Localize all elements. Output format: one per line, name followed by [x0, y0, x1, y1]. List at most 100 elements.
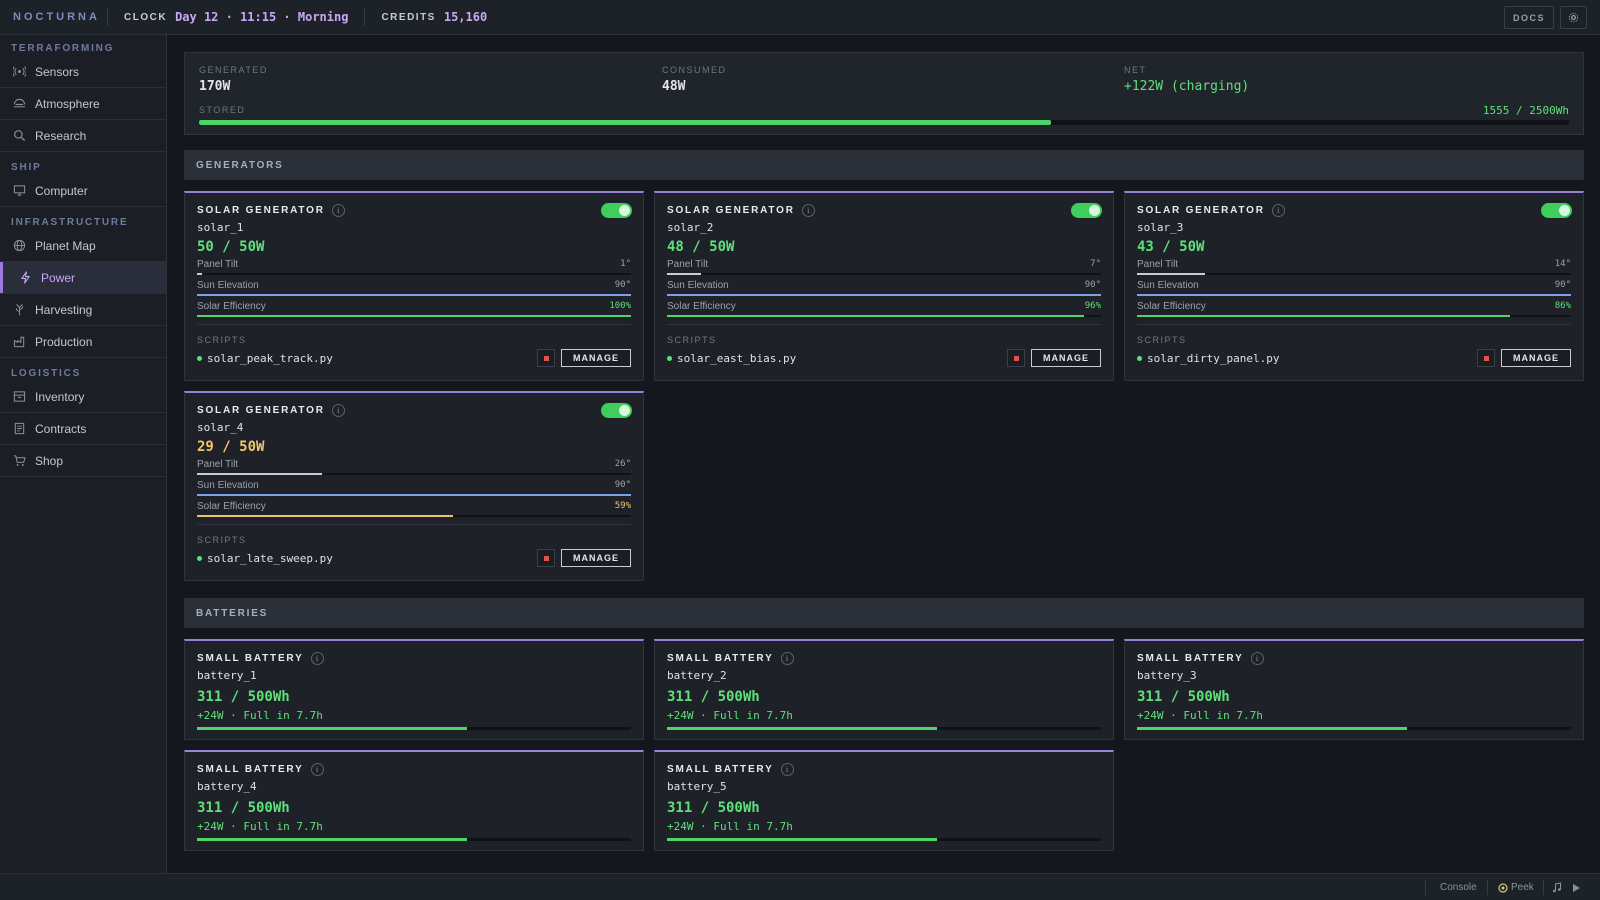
battery-charge-bar	[197, 727, 631, 730]
script-row: solar_dirty_panel.py MANAGE	[1137, 349, 1571, 367]
script-name: solar_late_sweep.py	[207, 551, 333, 565]
settings-button[interactable]	[1560, 6, 1587, 29]
sidebar-item-sensors[interactable]: Sensors	[0, 56, 166, 88]
status-dot	[197, 555, 202, 561]
manage-button[interactable]: MANAGE	[1501, 349, 1571, 367]
metric-label: Panel Tilt	[197, 259, 239, 270]
music-button[interactable]	[1552, 874, 1562, 900]
solar-efficiency-metric: Solar Efficiency 100%	[197, 297, 631, 318]
scripts-label: SCRIPTS	[667, 335, 717, 345]
sidebar-item-computer[interactable]: Computer	[0, 175, 166, 207]
generator-toggle[interactable]	[601, 403, 632, 418]
sidebar-item-shop[interactable]: Shop	[0, 445, 166, 477]
sidebar-item-atmosphere[interactable]: Atmosphere	[0, 88, 166, 120]
sun-elevation-metric: Sun Elevation 90°	[197, 476, 631, 497]
sidebar-item-inventory[interactable]: Inventory	[0, 381, 166, 413]
battery-card: SMALL BATTERY i battery_4 311 / 500Wh +24…	[184, 750, 644, 851]
sidebar-item-research[interactable]: Research	[0, 120, 166, 152]
battery-energy: 311 / 500Wh	[1137, 689, 1230, 705]
metric-label: Sun Elevation	[197, 280, 259, 291]
stop-script-button[interactable]	[1007, 349, 1025, 367]
stop-icon	[543, 555, 549, 561]
metric-value: 14°	[1554, 259, 1571, 269]
stop-script-button[interactable]	[1477, 349, 1495, 367]
battery-id: battery_5	[667, 780, 727, 793]
metric-value: 86%	[1554, 301, 1571, 311]
battery-charge-fill	[1137, 727, 1407, 730]
battery-type: SMALL BATTERY	[197, 653, 304, 664]
manage-button[interactable]: MANAGE	[561, 549, 631, 567]
battery-card: SMALL BATTERY i battery_3 311 / 500Wh +24…	[1124, 639, 1584, 740]
stop-script-button[interactable]	[537, 549, 555, 567]
info-icon[interactable]: i	[331, 404, 345, 417]
manage-button[interactable]: MANAGE	[561, 349, 631, 367]
battery-rate: +24W · Full in 7.7h	[197, 709, 323, 722]
info-icon[interactable]: i	[331, 204, 345, 217]
info-icon[interactable]: i	[801, 204, 815, 217]
sun-elevation-metric: Sun Elevation 90°	[667, 276, 1101, 297]
console-button[interactable]: Console	[1440, 874, 1477, 900]
divider	[1425, 880, 1426, 895]
metric-track	[197, 294, 631, 296]
sidebar-item-production[interactable]: Production	[0, 326, 166, 358]
divider	[667, 324, 1101, 325]
credits-value: 15,160	[443, 10, 488, 24]
script-row: solar_late_sweep.py MANAGE	[197, 549, 631, 567]
info-icon[interactable]: i	[780, 652, 794, 665]
net-label: NET	[1124, 65, 1147, 75]
sidebar-item-planet-map[interactable]: Planet Map	[0, 230, 166, 262]
script-row: solar_peak_track.py MANAGE	[197, 349, 631, 367]
research-icon	[12, 129, 26, 143]
sidebar-item-harvesting[interactable]: Harvesting	[0, 294, 166, 326]
divider	[197, 324, 631, 325]
generator-card: SOLAR GENERATOR i solar_3 43 / 50W Panel …	[1124, 191, 1584, 381]
stored-value: 1555 / 2500Wh	[1482, 104, 1569, 117]
stored-progress-fill	[199, 120, 1052, 125]
sidebar-item-power[interactable]: Power	[0, 262, 166, 294]
battery-rate: +24W · Full in 7.7h	[1137, 709, 1263, 722]
battery-card: SMALL BATTERY i battery_1 311 / 500Wh +24…	[184, 639, 644, 740]
info-icon[interactable]: i	[310, 652, 324, 665]
metric-value: 7°	[1090, 259, 1101, 269]
sidebar-item-contracts[interactable]: Contracts	[0, 413, 166, 445]
info-icon[interactable]: i	[780, 763, 794, 776]
generators-grid: SOLAR GENERATOR i solar_1 50 / 50W Panel …	[184, 191, 1584, 581]
battery-energy: 311 / 500Wh	[197, 689, 290, 705]
sidebar-item-label: Shop	[35, 453, 64, 468]
panel-tilt-metric: Panel Tilt 7°	[667, 255, 1101, 276]
status-dot	[1137, 355, 1142, 361]
scripts-label: SCRIPTS	[197, 335, 247, 345]
stored-progress-bar	[199, 120, 1569, 125]
peek-button[interactable]: Peek	[1498, 874, 1534, 900]
sidebar-item-label: Contracts	[35, 421, 87, 436]
credits: CREDITS 15,160	[365, 10, 503, 24]
generator-toggle[interactable]	[1541, 203, 1572, 218]
docs-button[interactable]: DOCS	[1503, 6, 1554, 29]
metric-label: Panel Tilt	[667, 259, 709, 270]
battery-id: battery_2	[667, 669, 727, 682]
generator-toggle[interactable]	[1071, 203, 1102, 218]
info-icon[interactable]: i	[1271, 204, 1285, 217]
stop-script-button[interactable]	[537, 349, 555, 367]
metric-track	[197, 315, 631, 317]
metric-track	[197, 473, 631, 475]
sun-elevation-metric: Sun Elevation 90°	[1137, 276, 1571, 297]
metric-fill	[1137, 273, 1205, 275]
generators-section-header: GENERATORS	[184, 150, 1584, 180]
metric-label: Sun Elevation	[667, 280, 729, 291]
generator-id: solar_4	[197, 421, 244, 434]
generator-toggle[interactable]	[601, 203, 632, 218]
battery-card: SMALL BATTERY i battery_2 311 / 500Wh +24…	[654, 639, 1114, 740]
info-icon[interactable]: i	[1250, 652, 1264, 665]
play-button[interactable]	[1572, 874, 1581, 900]
manage-button[interactable]: MANAGE	[1031, 349, 1101, 367]
battery-type: SMALL BATTERY	[197, 764, 304, 775]
metric-value: 90°	[1554, 280, 1571, 290]
metric-fill	[1137, 315, 1511, 317]
info-icon[interactable]: i	[310, 763, 324, 776]
atmosphere-icon	[12, 97, 26, 111]
metric-value: 90°	[614, 480, 631, 490]
sidebar-section-title: LOGISTICS	[11, 368, 82, 379]
generator-power: 29 / 50W	[197, 439, 265, 455]
metric-fill	[197, 515, 454, 517]
